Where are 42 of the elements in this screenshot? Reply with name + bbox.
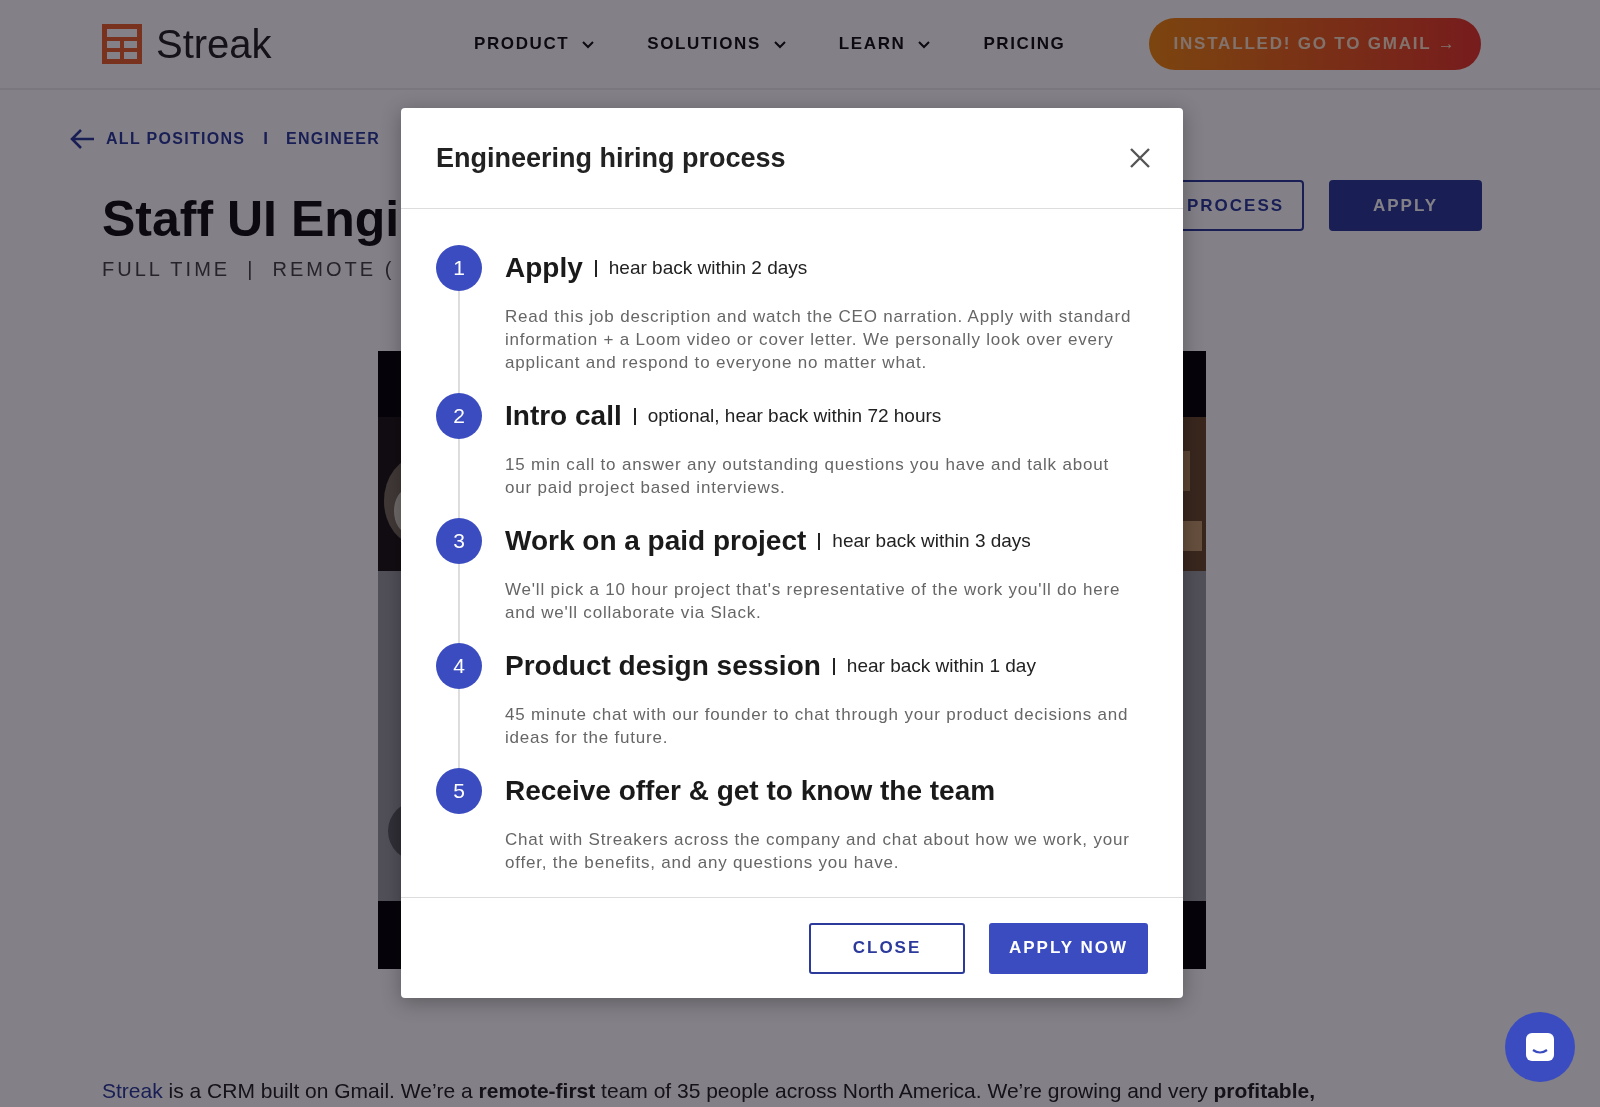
step-number: 3 bbox=[436, 518, 482, 564]
nav-link[interactable]: LEARN bbox=[838, 34, 932, 54]
step-number: 4 bbox=[436, 643, 482, 689]
step-note: hear back within 3 days bbox=[832, 530, 1031, 552]
step-title: Product design session bbox=[505, 650, 821, 682]
breadcrumb-link[interactable]: ENGINEER bbox=[286, 130, 380, 148]
step-note: hear back within 2 days bbox=[608, 257, 808, 279]
nav-link[interactable]: PRICING bbox=[983, 34, 1066, 54]
apply-button[interactable]: APPLY bbox=[1329, 180, 1482, 231]
step-description: Read this job description and watch the CEO narration. Apply with standard information + a Loom video or cover letter. We personally look over every applicant and respond to everyone no matter what. bbox=[505, 306, 1133, 374]
close-icon[interactable] bbox=[1129, 147, 1151, 169]
breadcrumb-separator: I bbox=[263, 129, 269, 149]
step-title: Apply bbox=[505, 252, 583, 284]
step-description: 45 minute chat with our founder to chat through your product decisions and ideas for the future. bbox=[505, 704, 1130, 749]
step-note: optional, hear back within 72 hours bbox=[647, 405, 942, 427]
logo-icon bbox=[102, 24, 142, 64]
nav-link[interactable]: SOLUTIONS bbox=[647, 34, 787, 54]
step-number: 1 bbox=[436, 245, 482, 291]
back-arrow-icon[interactable] bbox=[70, 128, 96, 150]
logo-wordmark[interactable]: Streak bbox=[156, 21, 272, 67]
job-meta: FULL TIME | REMOTE ( bbox=[102, 258, 396, 281]
step-number: 2 bbox=[436, 393, 482, 439]
breadcrumb-link[interactable]: ALL POSITIONS bbox=[106, 130, 246, 148]
chat-icon bbox=[1524, 1031, 1556, 1063]
step-title: Work on a paid project bbox=[505, 525, 807, 557]
streak-link[interactable]: Streak bbox=[102, 1079, 163, 1102]
close-button[interactable]: CLOSE bbox=[809, 922, 965, 974]
intro-text: Streak is a CRM built on Gmail. We’re a remote-first team of 35 people across North America. We’re growing and very profitable, bbox=[102, 1079, 1317, 1103]
dialog-title: Engineering hiring process bbox=[436, 142, 786, 174]
apply-now-button[interactable]: APPLY NOW bbox=[989, 922, 1148, 974]
job-title: Staff UI Engi bbox=[102, 190, 400, 249]
step-description: Chat with Streakers across the company and chat about how we work, your offer, the benefits, and any questions you have. bbox=[505, 829, 1131, 874]
chevron-down-icon bbox=[581, 39, 596, 49]
step-title: Intro call bbox=[505, 400, 622, 432]
step-number: 5 bbox=[436, 768, 482, 814]
step-title: Receive offer & get to know the team bbox=[505, 775, 996, 807]
step-note: hear back within 1 day bbox=[846, 655, 1036, 677]
step-description: 15 min call to answer any outstanding questions you have and talk about our paid project based interviews. bbox=[505, 454, 1110, 499]
chevron-down-icon bbox=[772, 39, 787, 49]
chevron-down-icon bbox=[917, 39, 932, 49]
nav-link[interactable]: PRODUCT bbox=[474, 34, 596, 54]
step-description: We'll pick a 10 hour project that's representative of the work you'll do here and we'll collaborate via Slack. bbox=[505, 579, 1122, 624]
